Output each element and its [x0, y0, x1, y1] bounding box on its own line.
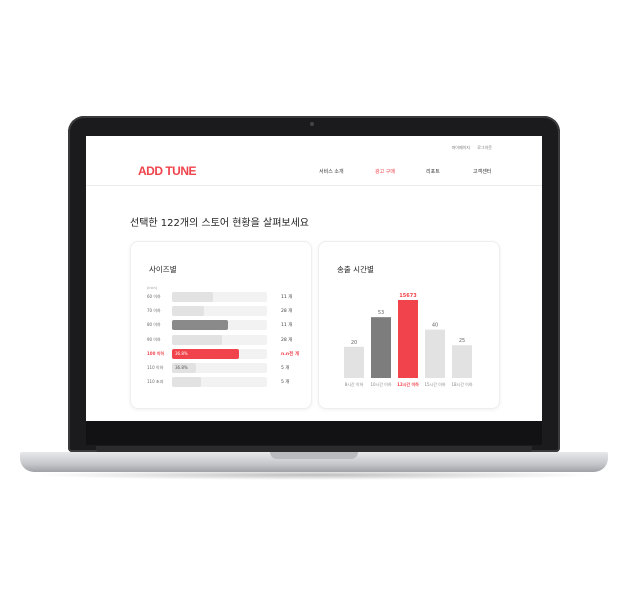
- size-bar-percent: 36.8%: [175, 365, 188, 370]
- time-bar: [425, 329, 445, 378]
- time-category-label: 15시간 이하: [424, 381, 445, 387]
- camera-icon: [310, 122, 314, 126]
- link-logout[interactable]: 로그아웃: [477, 145, 492, 150]
- time-bar-value-label: 53: [378, 310, 384, 316]
- time-bar: [452, 345, 472, 378]
- logo[interactable]: ADD TUNE: [138, 164, 197, 178]
- size-bar-track: 36.8%: [172, 363, 267, 373]
- time-category-label: 8시간 이하: [345, 381, 364, 387]
- time-bar-value-label: 25: [459, 338, 465, 344]
- size-row: 110 이하 36.8% 5 개: [131, 363, 311, 373]
- time-card: 송출 시간별 20 8시간 이하 53 10시간 이하 15673 12시간 이하 40 15…: [318, 241, 500, 409]
- laptop-notch: [270, 452, 358, 459]
- time-bar-value-label: 15673: [399, 293, 417, 299]
- time-bar-value-label: 20: [351, 340, 357, 346]
- size-row: 80 이하 11 개: [131, 320, 311, 331]
- size-row-count: 11 개: [281, 323, 293, 329]
- size-row-label: 80 이하: [147, 322, 161, 328]
- screen: 마이페이지 로그아웃 ADD TUNE 서비스 소개 광고 구매 리포트 고객센…: [86, 136, 542, 421]
- size-bar-percent: 36.8%: [175, 350, 188, 356]
- time-bar: [371, 317, 391, 378]
- size-bar: [172, 320, 229, 331]
- size-row-label: 70 이하: [147, 308, 161, 314]
- size-bar-track: [172, 306, 267, 317]
- time-bar-chart: 20 8시간 이하 53 10시간 이하 15673 12시간 이하 40 15시간 이하 25…: [319, 242, 499, 408]
- size-row: 100 이하 36.8% n.n천 개: [131, 348, 311, 359]
- link-mypage[interactable]: 마이페이지: [452, 145, 470, 150]
- time-category-label: 12시간 이하: [397, 381, 419, 387]
- size-bar: [172, 306, 205, 317]
- size-row-label: 60 이하: [147, 294, 161, 299]
- size-bar: [172, 334, 223, 345]
- size-row-count: 11 개: [281, 295, 293, 300]
- size-row: 70 이하 28 개: [131, 306, 311, 317]
- menu-item-ad-purchase[interactable]: 광고 구매: [375, 168, 395, 175]
- laptop-bezel: [86, 421, 542, 445]
- size-row-count: 5 개: [281, 380, 290, 386]
- size-card-title: 사이즈별: [149, 265, 177, 274]
- page-title: 선택한 122개의 스토어 현황을 살펴보세요: [130, 218, 310, 229]
- size-row-label: 90 이하: [147, 336, 161, 342]
- size-row-count: 28 개: [281, 337, 293, 343]
- size-bar-track: [172, 334, 267, 345]
- size-row-label: 110 이하: [147, 365, 164, 370]
- size-bar-track: [172, 377, 267, 388]
- time-category-label: 10시간 이하: [370, 381, 391, 387]
- size-row: 110 초과 5 개: [131, 377, 311, 388]
- time-bar: [398, 300, 418, 378]
- size-bar: [172, 292, 213, 302]
- size-row-label: 110 초과: [147, 379, 164, 385]
- size-row-count: n.n천 개: [281, 351, 299, 357]
- nav-divider: [86, 185, 542, 186]
- time-bar-value-label: 40: [432, 323, 438, 329]
- size-row-label: 100 이하: [147, 350, 165, 356]
- laptop-mockup: 마이페이지 로그아웃 ADD TUNE 서비스 소개 광고 구매 리포트 고객센…: [0, 0, 627, 601]
- size-bar-track: 36.8%: [172, 348, 267, 359]
- size-row-count: 28 개: [281, 309, 293, 315]
- top-links: 마이페이지 로그아웃: [446, 145, 492, 151]
- menu-item-service[interactable]: 서비스 소개: [319, 168, 344, 175]
- menu-item-report[interactable]: 리포트: [426, 168, 440, 175]
- size-unit-label: (inch): [147, 286, 158, 290]
- size-row-count: 5 개: [281, 366, 290, 371]
- size-row: 90 이하 28 개: [131, 334, 311, 345]
- size-bar: [172, 377, 202, 388]
- size-bar-track: [172, 320, 267, 331]
- time-chart-svg: 20 8시간 이하 53 10시간 이하 15673 12시간 이하 40 15시간 이하 25…: [344, 293, 473, 387]
- size-bar-track: [172, 292, 267, 302]
- time-category-label: 18시간 이하: [451, 381, 472, 387]
- menu-item-support[interactable]: 고객센터: [473, 168, 491, 175]
- size-card: 사이즈별 (inch) 60 이하 11 개 70 이하 28 개 80 이하 11 개 9…: [130, 241, 312, 409]
- time-bar: [344, 346, 364, 378]
- size-row: 60 이하 11 개: [131, 292, 311, 302]
